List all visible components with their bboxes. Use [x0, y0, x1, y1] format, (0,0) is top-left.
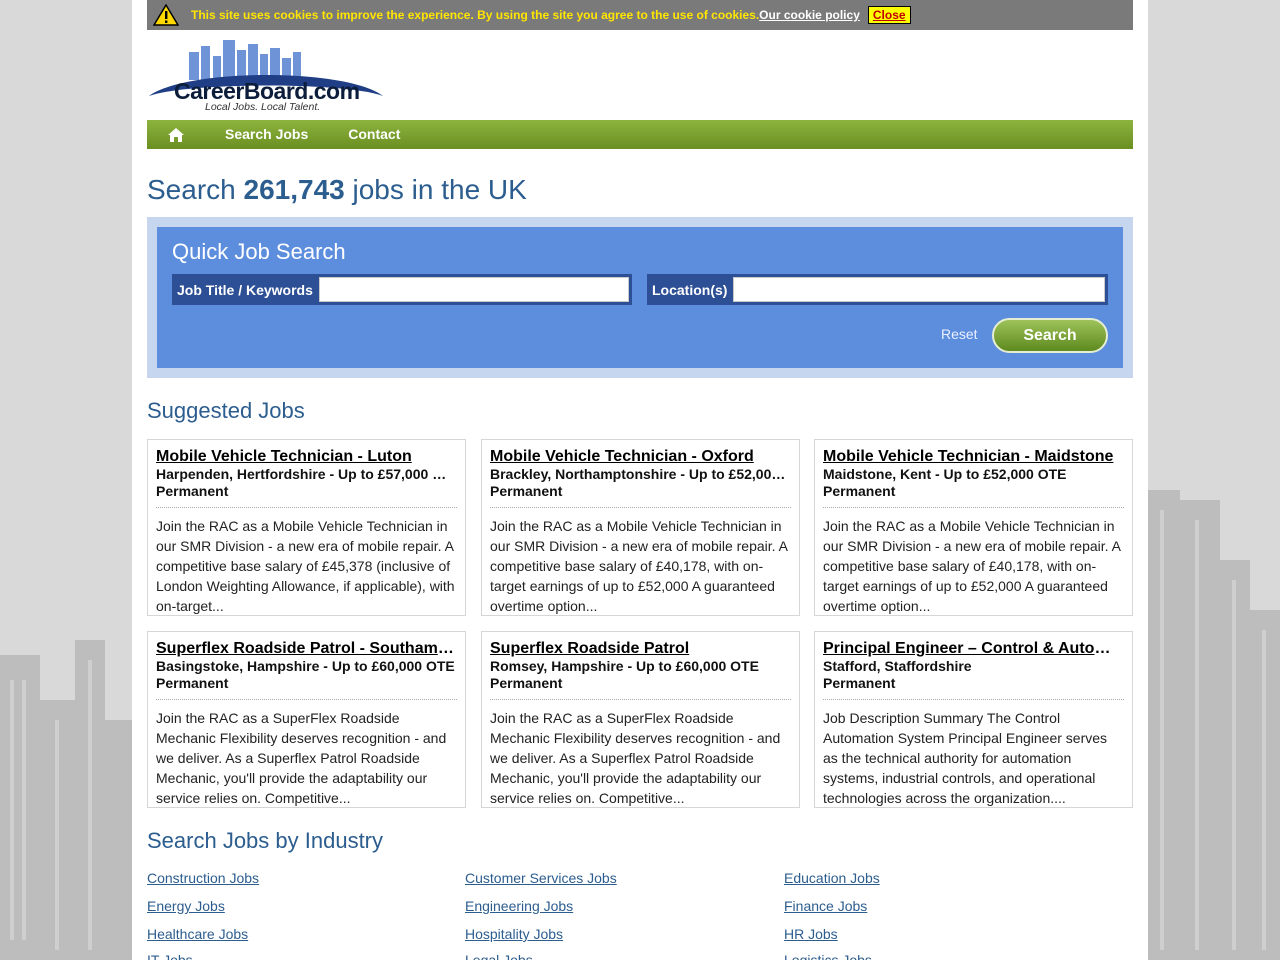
cookie-policy-link[interactable]: Our cookie policy [759, 8, 860, 22]
job-description: Join the RAC as a SuperFlex Roadside Mec… [490, 710, 781, 806]
title-prefix: Search [147, 174, 244, 205]
card-divider [490, 507, 791, 508]
job-location: Brackley, Northamptonshire - Up to £52,0… [490, 466, 791, 482]
job-card[interactable]: Mobile Vehicle Technician - Luton Harpen… [147, 439, 466, 616]
card-divider [156, 507, 457, 508]
home-icon [168, 127, 184, 142]
industry-title: Search Jobs by Industry [147, 828, 384, 853]
keywords-label: Job Title / Keywords [177, 281, 313, 298]
location-field: Location(s) [647, 274, 1108, 305]
job-location: Basingstoke, Hampshire - Up to £60,000 O… [156, 658, 455, 674]
logo-tagline: Local Jobs. Local Talent. [205, 101, 321, 113]
industry-link[interactable]: Construction Jobs [147, 870, 259, 886]
job-description: Join the RAC as a Mobile Vehicle Technic… [823, 518, 1121, 614]
job-card[interactable]: Superflex Roadside Patrol Romsey, Hampsh… [481, 631, 800, 808]
job-card[interactable]: Principal Engineer – Control & Automatio… [814, 631, 1133, 808]
keywords-field: Job Title / Keywords [172, 274, 632, 305]
cookie-close-button[interactable]: Close [867, 6, 911, 24]
nav-search-jobs[interactable]: Search Jobs [205, 120, 328, 149]
job-card[interactable]: Mobile Vehicle Technician - Oxford Brack… [481, 439, 800, 616]
industry-link[interactable]: Energy Jobs [147, 898, 225, 914]
job-location: Romsey, Hampshire - Up to £60,000 OTE [490, 658, 759, 674]
title-suffix: jobs in the UK [344, 174, 527, 205]
job-title-link[interactable]: Mobile Vehicle Technician - Luton [156, 448, 457, 466]
search-button[interactable]: Search [992, 318, 1108, 353]
industry-link[interactable]: Customer Services Jobs [465, 870, 617, 886]
card-divider [823, 507, 1124, 508]
job-type: Permanent [823, 483, 896, 499]
job-description: Job Description Summary The Control Auto… [823, 710, 1108, 806]
location-label: Location(s) [652, 281, 728, 298]
quick-search-title: Quick Job Search [172, 239, 346, 264]
job-location: Stafford, Staffordshire [823, 658, 972, 674]
main-nav: Search Jobs Contact [147, 120, 1133, 149]
reset-link[interactable]: Reset [941, 326, 978, 342]
job-type: Permanent [823, 675, 896, 691]
suggested-jobs-title: Suggested Jobs [147, 398, 305, 423]
site-logo[interactable]: CareerBoard.com Local Jobs. Local Talent… [147, 38, 387, 114]
page-title: Search 261,743 jobs in the UK [147, 174, 527, 206]
location-input[interactable] [733, 277, 1106, 302]
card-divider [823, 699, 1124, 700]
job-description: Join the RAC as a Mobile Vehicle Technic… [490, 518, 788, 614]
job-location: Harpenden, Hertfordshire - Up to £57,000… [156, 466, 457, 482]
cookie-message: This site uses cookies to improve the ex… [191, 8, 760, 22]
job-type: Permanent [156, 483, 229, 499]
job-card[interactable]: Mobile Vehicle Technician - Maidstone Ma… [814, 439, 1133, 616]
industry-link[interactable]: Legal Jobs [465, 952, 533, 960]
cookie-banner: This site uses cookies to improve the ex… [147, 0, 1133, 30]
industry-link[interactable]: Hospitality Jobs [465, 926, 563, 942]
job-title-link[interactable]: Mobile Vehicle Technician - Oxford [490, 448, 791, 466]
job-title-link[interactable]: Principal Engineer – Control & Automatio… [823, 640, 1124, 658]
warning-icon [153, 4, 179, 26]
industry-link[interactable]: IT Jobs [147, 952, 193, 960]
card-divider [490, 699, 791, 700]
industry-link[interactable]: Logistics Jobs [784, 952, 872, 960]
quick-search-box: Quick Job Search Job Title / Keywords Lo… [157, 227, 1123, 368]
job-type: Permanent [490, 483, 563, 499]
industry-link[interactable]: Finance Jobs [784, 898, 867, 914]
industry-link[interactable]: HR Jobs [784, 926, 838, 942]
keywords-input[interactable] [318, 277, 629, 302]
nav-home[interactable] [147, 120, 205, 149]
job-title-link[interactable]: Mobile Vehicle Technician - Maidstone [823, 448, 1124, 466]
industry-link[interactable]: Education Jobs [784, 870, 880, 886]
job-count: 261,743 [243, 174, 345, 205]
page-container: This site uses cookies to improve the ex… [132, 0, 1148, 960]
nav-contact[interactable]: Contact [328, 120, 420, 149]
job-type: Permanent [156, 675, 229, 691]
quick-search-panel: Quick Job Search Job Title / Keywords Lo… [147, 217, 1133, 378]
job-title-link[interactable]: Superflex Roadside Patrol [490, 640, 791, 658]
job-description: Join the RAC as a Mobile Vehicle Technic… [156, 518, 455, 614]
industry-link[interactable]: Engineering Jobs [465, 898, 573, 914]
job-description: Join the RAC as a SuperFlex Roadside Mec… [156, 710, 447, 806]
job-type: Permanent [490, 675, 563, 691]
industry-link[interactable]: Healthcare Jobs [147, 926, 248, 942]
card-divider [156, 699, 457, 700]
job-card[interactable]: Superflex Roadside Patrol - Southampton … [147, 631, 466, 808]
job-title-link[interactable]: Superflex Roadside Patrol - Southampton [156, 640, 457, 658]
job-location: Maidstone, Kent - Up to £52,000 OTE [823, 466, 1067, 482]
